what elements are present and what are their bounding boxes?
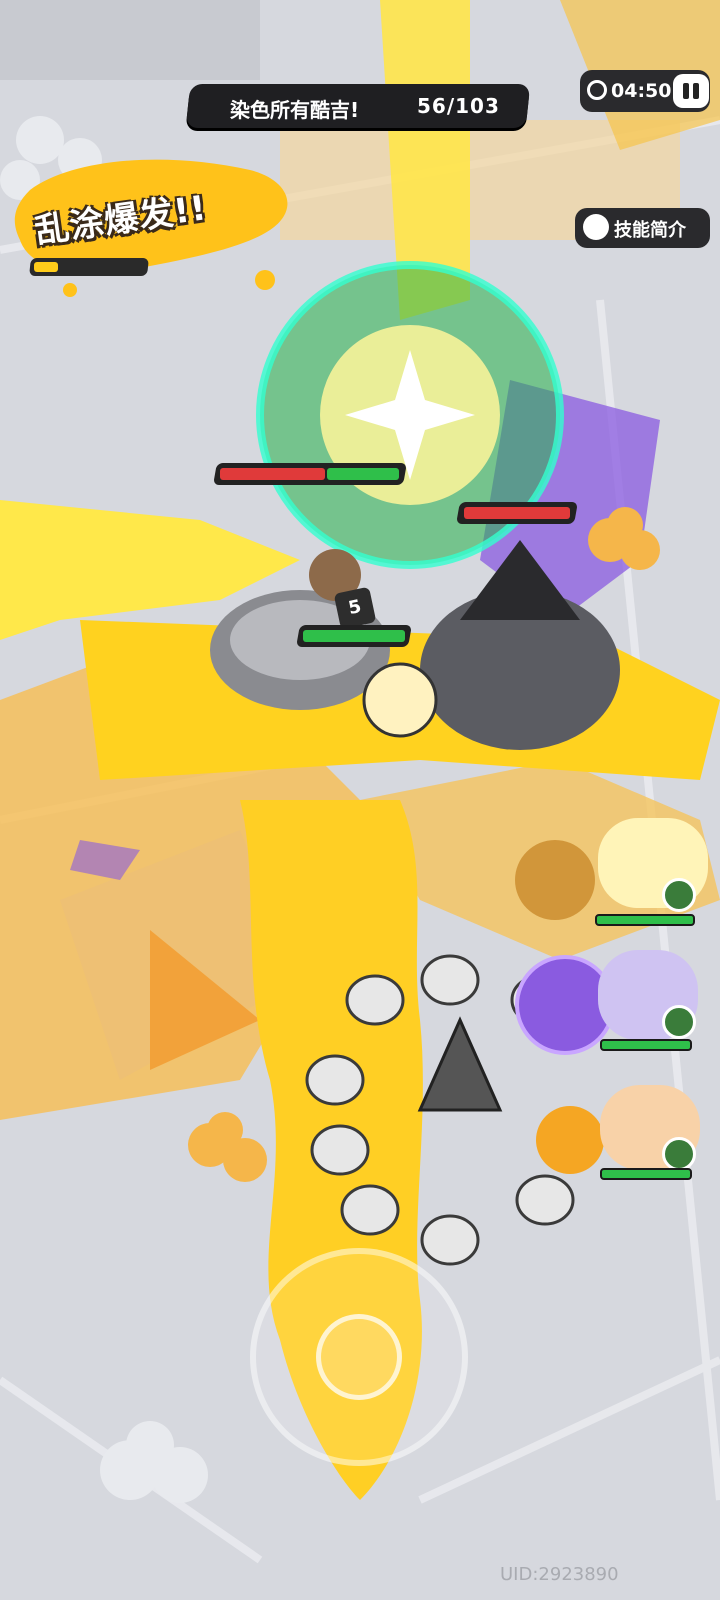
team-hp-bar: [595, 914, 695, 926]
joystick-thumb[interactable]: [316, 1314, 402, 1400]
team-hp-bar: [600, 1168, 692, 1180]
team-skill-icon: [662, 1137, 696, 1171]
splash-meter-fill: [34, 262, 58, 272]
mission-text: 染色所有酷吉!: [230, 98, 360, 122]
enemy-hp-red: [220, 468, 325, 480]
player-hp-fill: [303, 630, 405, 642]
team-skill-icon: [662, 1005, 696, 1039]
magnifier-icon: [583, 214, 609, 240]
team-hp-bar: [600, 1039, 692, 1051]
timer-text: 04:50: [611, 80, 672, 102]
clock-icon: [587, 80, 607, 100]
skill-intro-label: 技能简介: [614, 220, 686, 241]
mission-progress: 56/103: [417, 94, 500, 118]
enemy-hp-green: [327, 468, 399, 480]
team-skill-icon: [662, 878, 696, 912]
pause-button[interactable]: [673, 74, 709, 108]
enemy-hp-red: [464, 507, 570, 519]
player-level-badge: 5: [333, 586, 377, 630]
user-id: UID:2923890: [500, 1564, 619, 1585]
